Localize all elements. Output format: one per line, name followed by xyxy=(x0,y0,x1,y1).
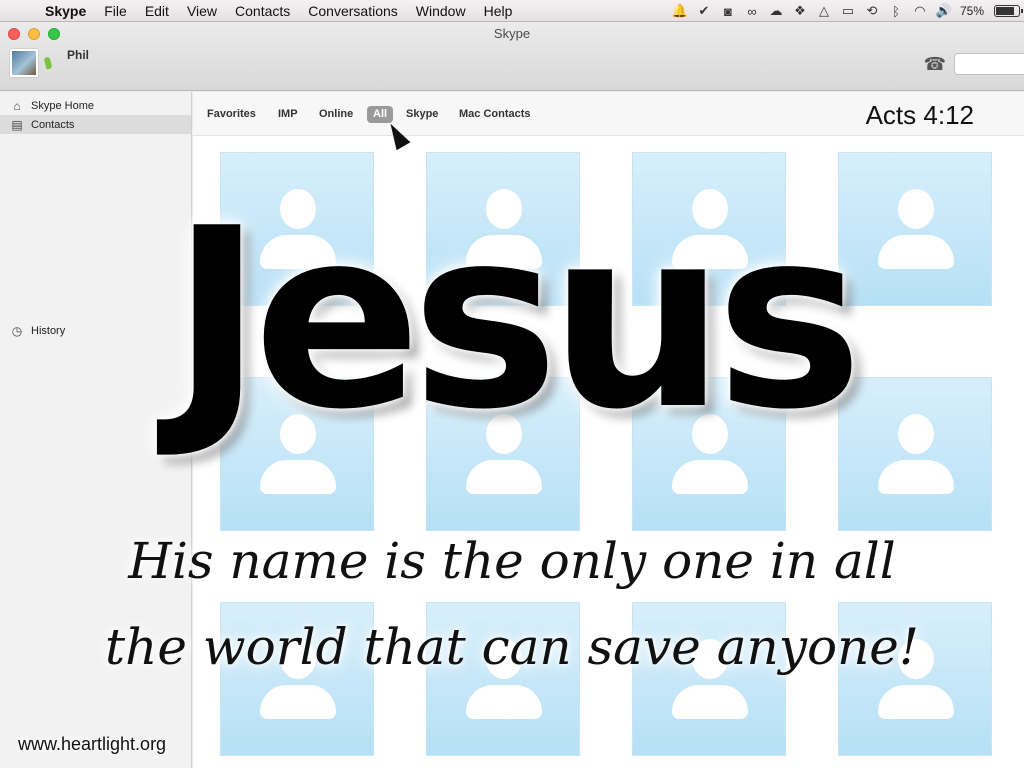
filter-favorites[interactable]: Favorites xyxy=(204,106,259,123)
contact-filter-bar: Favorites IMP Online All Skype Mac Conta… xyxy=(193,92,1024,136)
sidebar-item-skype-home[interactable]: ⌂ Skype Home xyxy=(0,96,191,115)
filter-online[interactable]: Online xyxy=(316,106,356,123)
menu-view[interactable]: View xyxy=(178,0,226,22)
filter-mac-contacts[interactable]: Mac Contacts xyxy=(456,106,534,123)
menu-help[interactable]: Help xyxy=(475,0,522,22)
online-status-icon[interactable] xyxy=(43,56,53,70)
contacts-book-icon: ▤ xyxy=(11,117,23,132)
filter-all[interactable]: All xyxy=(367,106,394,123)
wifi-icon[interactable]: ◠ xyxy=(912,3,928,19)
volume-icon[interactable]: 🔊 xyxy=(936,3,952,19)
menu-file[interactable]: File xyxy=(95,0,136,22)
verse-reference: Acts 4:12 xyxy=(865,100,974,130)
bluetooth-icon[interactable]: ᛒ xyxy=(888,3,904,19)
sidebar-item-label: Skype Home xyxy=(31,99,94,112)
avatar[interactable] xyxy=(10,49,38,77)
site-credit: www.heartlight.org xyxy=(18,734,167,754)
app-badge-icon[interactable]: ◙ xyxy=(720,3,736,19)
menu-window[interactable]: Window xyxy=(407,0,475,22)
menu-bar: Skype File Edit View Contacts Conversati… xyxy=(0,0,1024,22)
filter-skype[interactable]: Skype xyxy=(403,106,441,123)
dropbox-icon[interactable]: ❖ xyxy=(792,3,808,19)
status-area: 🔔 ✔ ◙ ∞ ☁ ❖ △ ▭ ⟲ ᛒ ◠ 🔊 75% xyxy=(672,0,1023,22)
filter-imp[interactable]: IMP xyxy=(275,106,301,123)
search-input[interactable] xyxy=(954,53,1024,75)
home-icon: ⌂ xyxy=(13,98,21,113)
creative-cloud-icon[interactable]: ∞ xyxy=(744,3,760,19)
cloud-icon[interactable]: ☁ xyxy=(768,3,784,19)
profile-name[interactable]: Phil xyxy=(67,48,89,62)
checkmark-app-icon[interactable]: ✔ xyxy=(696,3,712,19)
window-titlebar: Skype Phil ☎ xyxy=(0,22,1024,91)
notification-bell-icon[interactable]: 🔔 xyxy=(672,3,688,19)
dial-pad-icon[interactable]: ☎ xyxy=(924,54,946,75)
sidebar-item-label: Contacts xyxy=(31,118,75,131)
airplay-icon[interactable]: ▭ xyxy=(840,3,856,19)
battery-percent[interactable]: 75% xyxy=(960,4,984,18)
window-title: Skype xyxy=(493,26,531,41)
overlay-title: Jesus xyxy=(170,176,863,464)
overlay-line-1: His name is the only one in all xyxy=(128,532,896,590)
menu-conversations[interactable]: Conversations xyxy=(299,0,407,22)
menu-contacts[interactable]: Contacts xyxy=(226,0,299,22)
overlay-line-2: the world that can save anyone! xyxy=(105,618,919,676)
menu-edit[interactable]: Edit xyxy=(136,0,178,22)
menu-skype[interactable]: Skype xyxy=(36,0,95,22)
battery-icon[interactable] xyxy=(994,5,1023,17)
sidebar-item-contacts[interactable]: ▤ Contacts xyxy=(0,115,191,134)
time-machine-icon[interactable]: ⟲ xyxy=(864,3,880,19)
drive-icon[interactable]: △ xyxy=(816,3,832,19)
